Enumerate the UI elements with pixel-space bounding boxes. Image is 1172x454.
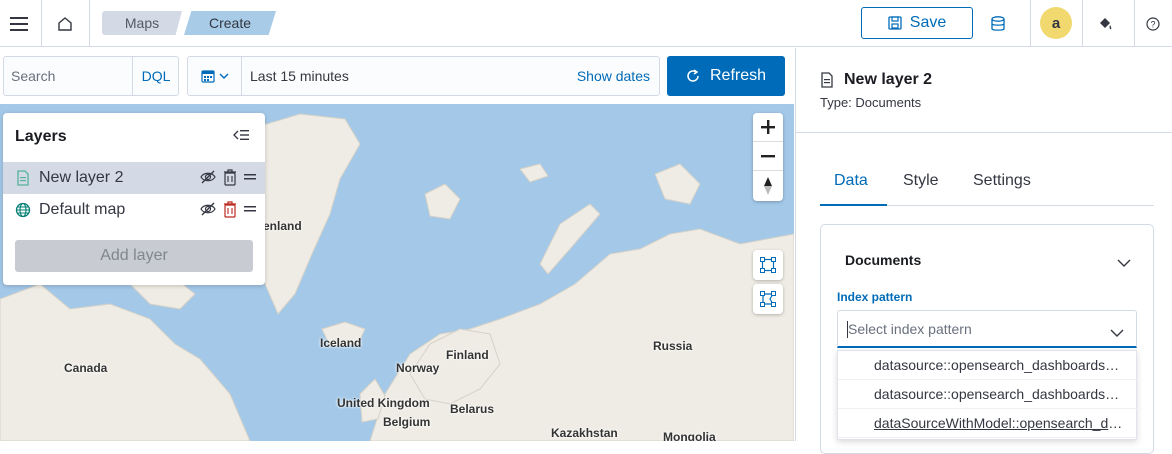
- refresh-button[interactable]: Refresh: [667, 56, 785, 96]
- map-label: Mongolia: [663, 430, 716, 441]
- map-label: Kazakhstan: [551, 426, 618, 440]
- database-icon[interactable]: [982, 0, 1014, 47]
- index-pattern-options: datasource::opensearch_dashboards_sample…: [837, 350, 1138, 440]
- layer-name: Default map: [39, 201, 126, 218]
- index-pattern-input[interactable]: [848, 311, 1098, 347]
- option-label: datasource::opensearch_dashboards_sample…: [874, 357, 1126, 373]
- document-icon: [15, 170, 31, 191]
- plus-icon: [761, 120, 775, 134]
- draw-polygon-button[interactable]: [753, 284, 783, 314]
- layer-row-default-map[interactable]: Default map: [3, 194, 265, 226]
- query-language-button[interactable]: DQL: [132, 57, 179, 95]
- layer-config-panel: New layer 2 Type: Documents Data Style S…: [795, 48, 1172, 454]
- map-label: United Kingdom: [337, 396, 430, 410]
- quick-date-menu-button[interactable]: [188, 57, 242, 95]
- svg-text:?: ?: [1150, 19, 1155, 29]
- menu-icon[interactable]: [0, 0, 38, 47]
- zoom-out-button[interactable]: [753, 142, 783, 171]
- save-label: Save: [909, 14, 947, 31]
- calendar-icon: [200, 70, 215, 83]
- refresh-icon: [687, 69, 699, 82]
- avatar[interactable]: a: [1040, 7, 1072, 39]
- document-icon: [820, 72, 834, 93]
- tab-settings[interactable]: Settings: [973, 172, 1031, 190]
- zoom-in-button[interactable]: [753, 113, 783, 142]
- time-range-text[interactable]: Last 15 minutes: [250, 68, 349, 84]
- index-pattern-select[interactable]: [837, 310, 1137, 348]
- draw-rectangle-button[interactable]: [753, 250, 783, 280]
- config-tabs: Data Style Settings: [820, 162, 1154, 206]
- collapse-icon[interactable]: [233, 128, 249, 147]
- map-label: Belarus: [450, 402, 495, 416]
- breadcrumb-create: Create: [184, 11, 276, 35]
- index-pattern-option[interactable]: datasource::opensearch_dashboards_sample…: [838, 380, 1138, 409]
- add-layer-button[interactable]: Add layer: [15, 240, 253, 272]
- home-icon[interactable]: [42, 0, 88, 47]
- layer-row-new-layer-2[interactable]: New layer 2: [3, 162, 265, 194]
- query-bar: DQL Last 15 minutes Show dates Refresh: [0, 48, 794, 104]
- paint-bucket-icon[interactable]: [1090, 0, 1120, 47]
- active-tab-indicator: [820, 204, 887, 206]
- index-pattern-option[interactable]: dataSourceWithModel::opensearch_dashboar…: [838, 409, 1138, 438]
- index-pattern-option[interactable]: datasource::opensearch_dashboards_sample…: [838, 351, 1138, 380]
- polygon-select-icon: [760, 291, 776, 307]
- help-icon[interactable]: ?: [1138, 0, 1168, 47]
- compass-icon: [764, 176, 772, 195]
- drag-handle-icon[interactable]: [243, 200, 257, 223]
- zoom-controls: [753, 113, 783, 201]
- refresh-label: Refresh: [709, 67, 767, 84]
- top-nav-bar: Maps Create Save a ?: [0, 0, 1172, 47]
- breadcrumb-maps[interactable]: Maps: [102, 11, 182, 35]
- layers-title: Layers: [15, 128, 67, 145]
- trash-icon[interactable]: [222, 200, 238, 223]
- rectangle-select-icon: [760, 257, 776, 273]
- eye-closed-icon[interactable]: [199, 168, 217, 191]
- chevron-down-icon: [219, 73, 228, 79]
- map-label: Belgium: [383, 415, 431, 429]
- layer-name: New layer 2: [39, 169, 124, 186]
- map-label: Iceland: [320, 336, 362, 350]
- index-pattern-label: Index pattern: [837, 290, 913, 304]
- documents-section: Documents Index pattern datasource::open…: [820, 224, 1154, 454]
- option-label: dataSourceWithModel::opensearch_dashboar…: [874, 415, 1126, 431]
- panel-subtitle: Type: Documents: [820, 95, 922, 110]
- panel-title: New layer 2: [844, 71, 933, 88]
- tab-data[interactable]: Data: [834, 172, 868, 190]
- option-label: datasource::opensearch_dashboards_sample…: [874, 386, 1126, 402]
- save-button[interactable]: Save: [861, 7, 973, 39]
- layers-panel: Layers New layer 2 Default map Add layer: [3, 113, 265, 285]
- date-picker: Last 15 minutes Show dates: [187, 56, 660, 96]
- map-label: enland: [263, 219, 302, 233]
- trash-icon[interactable]: [222, 168, 238, 191]
- show-dates-link[interactable]: Show dates: [577, 68, 650, 84]
- globe-icon: [15, 202, 31, 223]
- section-title: Documents: [845, 252, 922, 268]
- map-label: Canada: [64, 361, 108, 375]
- search-input[interactable]: [4, 57, 132, 95]
- drag-handle-icon[interactable]: [243, 168, 257, 191]
- search-box: DQL: [3, 56, 179, 96]
- tab-style[interactable]: Style: [903, 172, 939, 190]
- save-icon: [888, 16, 902, 30]
- minus-icon: [761, 155, 775, 158]
- eye-closed-icon[interactable]: [199, 200, 217, 223]
- chevron-down-icon[interactable]: [1117, 255, 1131, 273]
- chevron-down-icon[interactable]: [1110, 325, 1124, 343]
- map-label: Finland: [446, 348, 489, 362]
- map-label: Russia: [653, 339, 693, 353]
- map-label: Norway: [396, 361, 440, 375]
- compass-button[interactable]: [753, 171, 783, 200]
